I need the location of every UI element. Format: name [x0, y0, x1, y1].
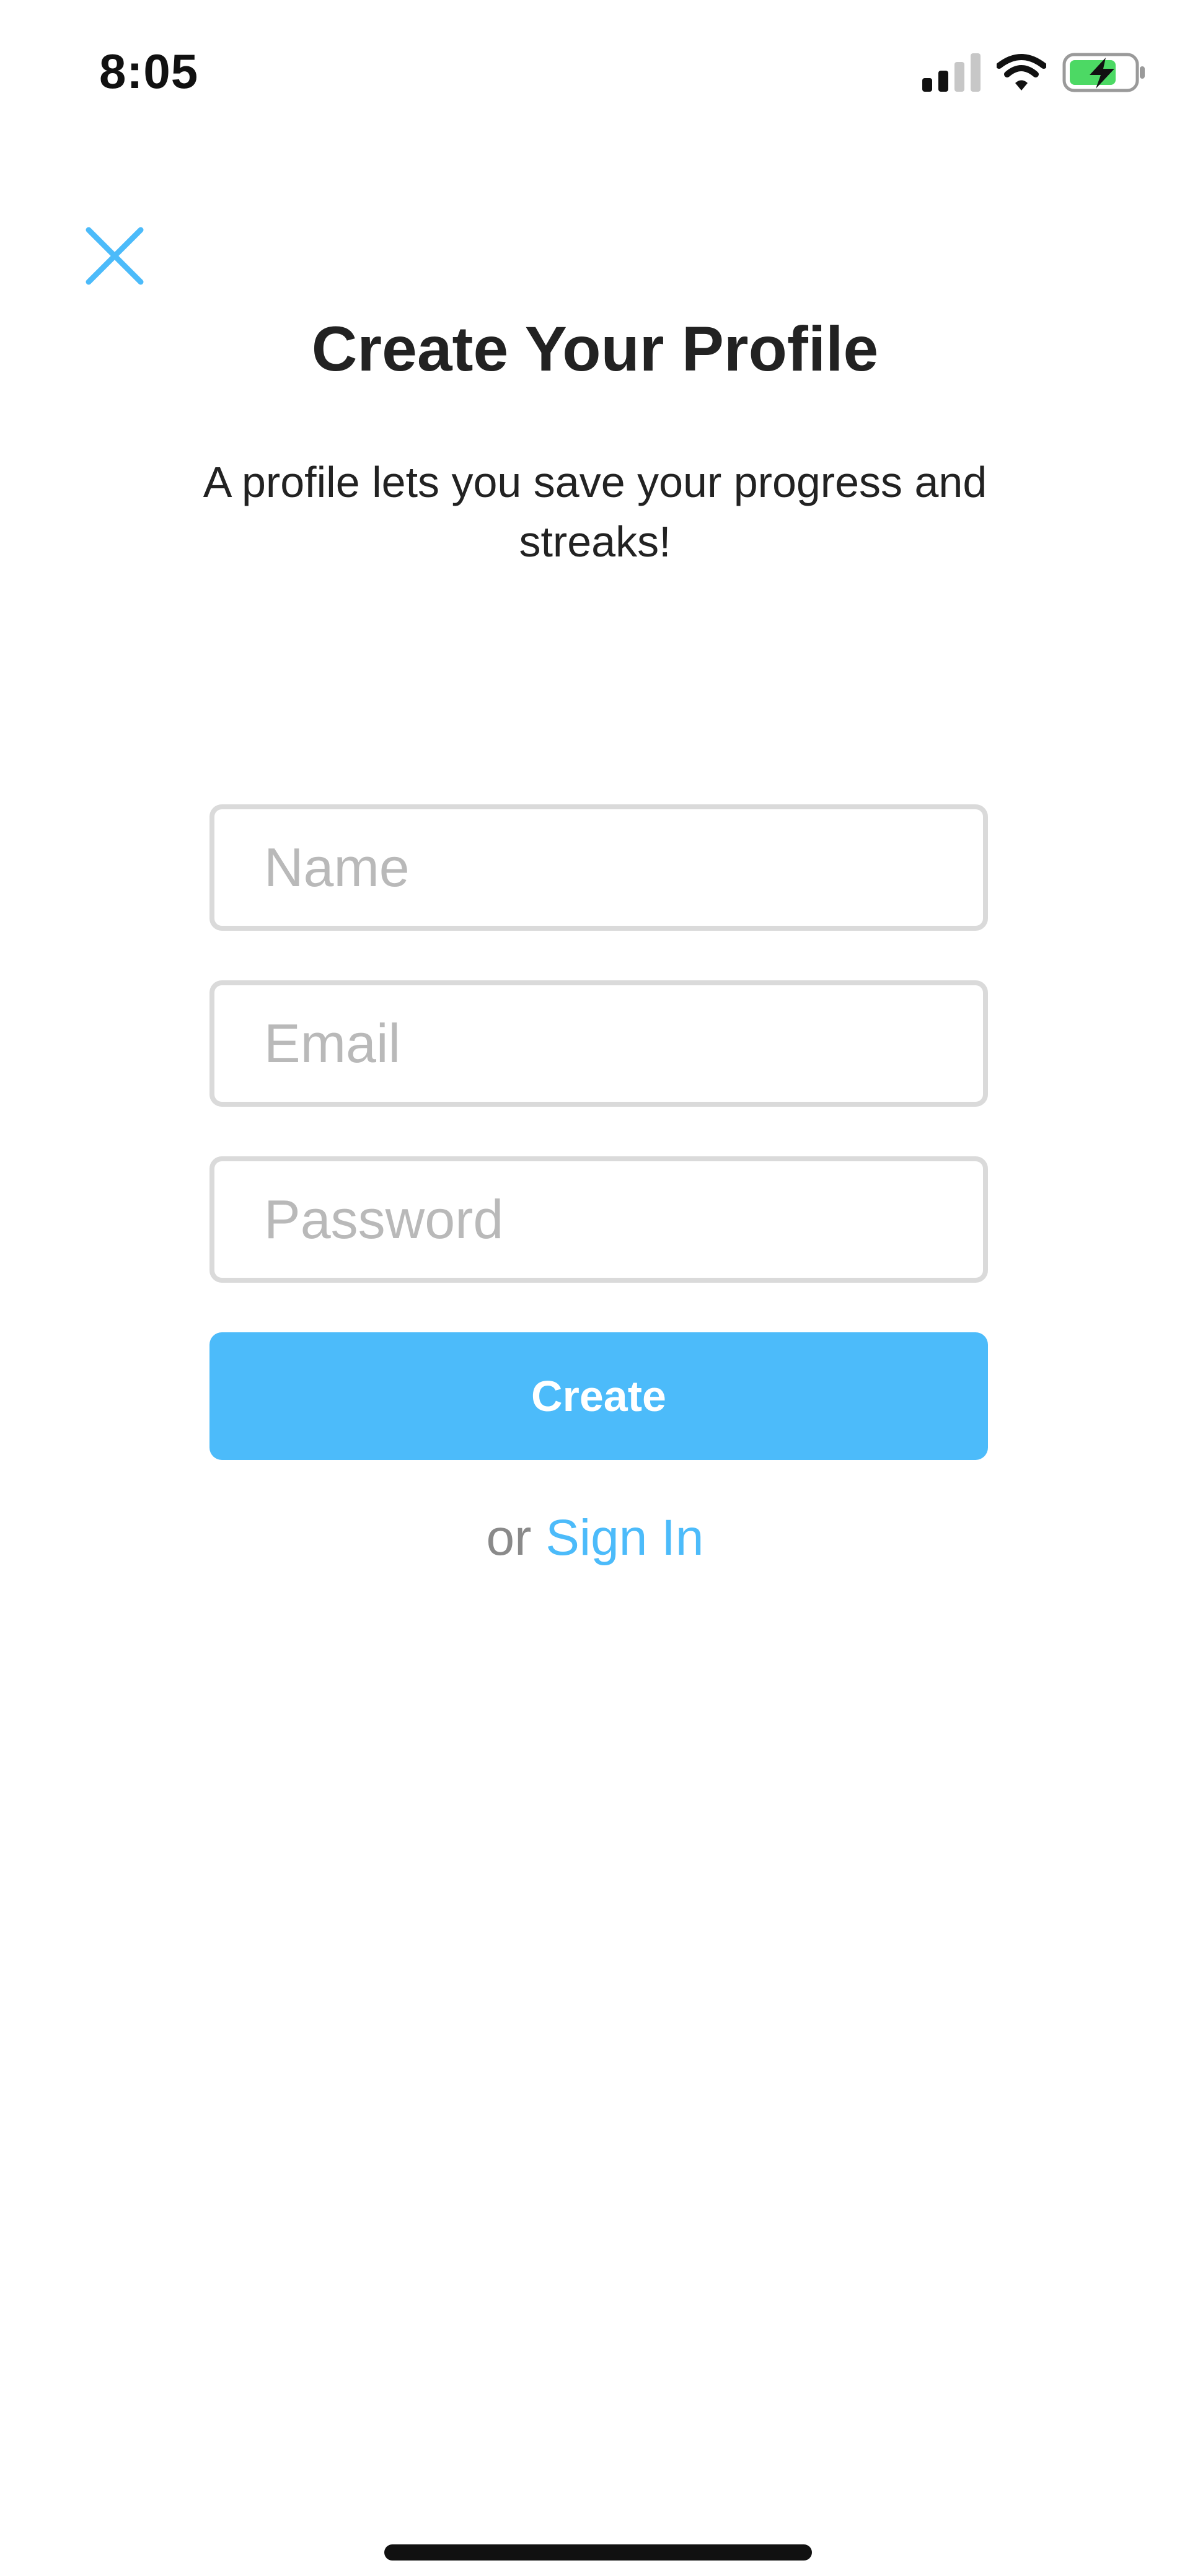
sign-in-link[interactable]: Sign In	[545, 1510, 703, 1566]
close-button[interactable]	[81, 223, 149, 291]
home-indicator[interactable]	[384, 2544, 812, 2561]
create-button[interactable]: Create	[209, 1332, 988, 1460]
or-label: or	[486, 1510, 532, 1566]
password-input[interactable]	[209, 1156, 988, 1283]
page-subtitle: A profile lets you save your progress an…	[203, 458, 987, 566]
battery-charging-icon	[1062, 53, 1147, 95]
name-input[interactable]	[209, 804, 988, 931]
page-title: Create Your Profile	[311, 314, 879, 384]
status-time: 8:05	[99, 44, 199, 99]
signal-icon	[922, 53, 981, 95]
status-bar: 8:05	[0, 0, 1190, 149]
profile-form: Create	[209, 804, 988, 1460]
close-icon	[85, 226, 144, 289]
wifi-icon	[996, 53, 1047, 95]
email-input[interactable]	[209, 980, 988, 1107]
signin-row: or Sign In	[0, 1509, 1190, 1567]
status-icons	[922, 52, 1147, 95]
